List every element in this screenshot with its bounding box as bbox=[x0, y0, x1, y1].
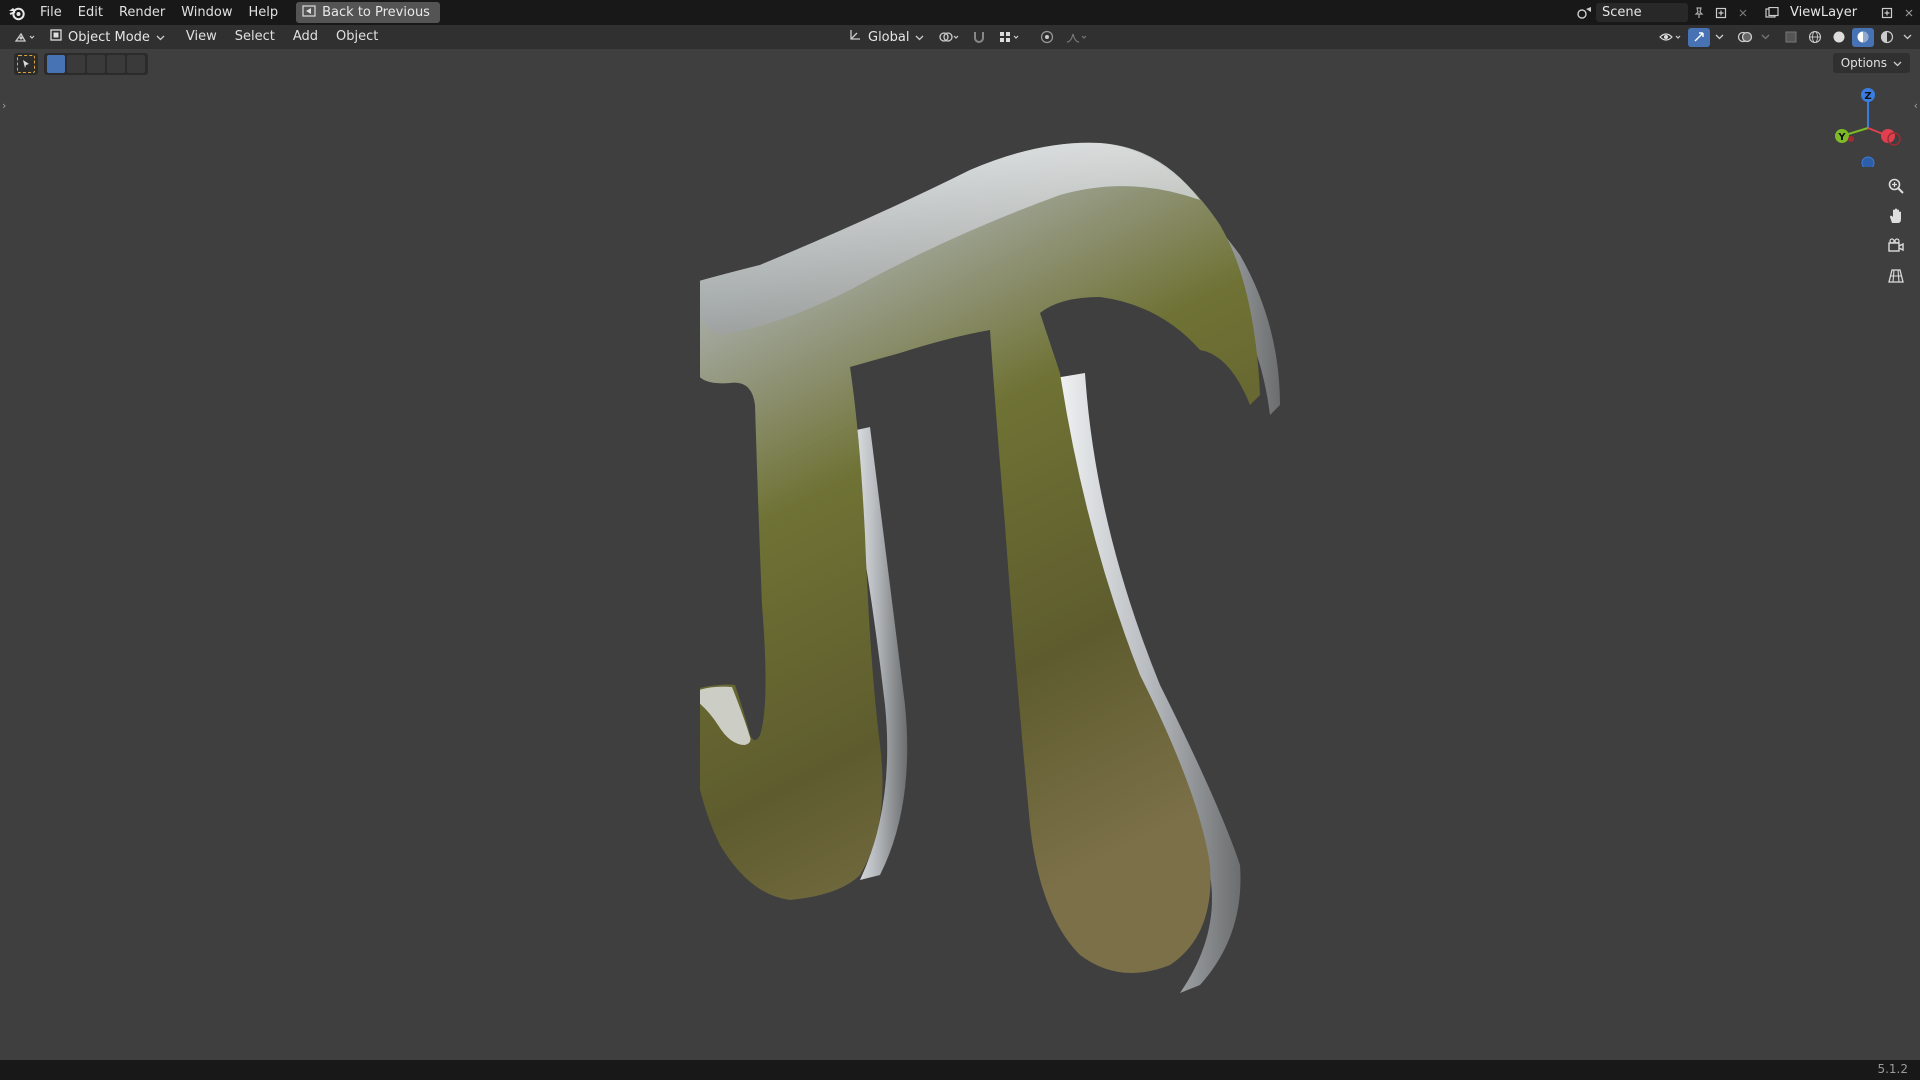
delete-scene-icon[interactable] bbox=[1732, 3, 1754, 22]
material-preview-shading-icon[interactable] bbox=[1852, 27, 1874, 47]
pi-symbol-model[interactable] bbox=[700, 105, 1320, 1080]
menu-window[interactable]: Window bbox=[173, 0, 240, 25]
object-mode-icon bbox=[50, 29, 62, 45]
top-bar: File Edit Render Window Help Back to Pre… bbox=[0, 0, 1920, 25]
selection-mode-box bbox=[44, 53, 148, 75]
header-right-tools bbox=[1656, 25, 1914, 49]
gizmo-z-label: Z bbox=[1864, 91, 1871, 102]
menu-view[interactable]: View bbox=[177, 25, 226, 49]
proportional-editing-icon[interactable] bbox=[1036, 28, 1058, 47]
zoom-icon[interactable] bbox=[1883, 175, 1909, 197]
pin-icon[interactable] bbox=[1688, 3, 1710, 22]
pan-hand-icon[interactable] bbox=[1883, 205, 1909, 227]
transform-orientation-dropdown[interactable]: Global bbox=[842, 27, 930, 47]
select-new-icon[interactable] bbox=[47, 55, 65, 73]
gizmo-toggle-icon[interactable] bbox=[1688, 27, 1710, 47]
new-view-layer-icon[interactable] bbox=[1876, 3, 1898, 22]
select-invert-icon[interactable] bbox=[107, 55, 125, 73]
pivot-point-icon[interactable] bbox=[934, 28, 964, 47]
menu-edit[interactable]: Edit bbox=[70, 0, 111, 25]
topbar-right: Scene ViewLayer bbox=[1574, 0, 1920, 25]
back-to-previous-button[interactable]: Back to Previous bbox=[296, 2, 440, 23]
snap-toggle-icon[interactable] bbox=[968, 28, 990, 47]
screen-back-icon bbox=[302, 4, 316, 21]
scene-name-field[interactable]: Scene bbox=[1596, 3, 1688, 22]
status-bar: 5.1.2 bbox=[0, 1060, 1920, 1080]
solid-shading-icon[interactable] bbox=[1828, 28, 1850, 47]
wireframe-shading-icon[interactable] bbox=[1804, 28, 1826, 47]
gizmo-neg-z-axis[interactable] bbox=[1861, 156, 1875, 167]
options-dropdown[interactable]: Options bbox=[1832, 53, 1910, 73]
proportional-falloff-icon[interactable] bbox=[1062, 28, 1092, 47]
new-scene-icon[interactable] bbox=[1710, 3, 1732, 22]
camera-view-icon[interactable] bbox=[1883, 235, 1909, 257]
select-extend-icon[interactable] bbox=[67, 55, 85, 73]
select-intersect-icon[interactable] bbox=[127, 55, 145, 73]
select-tool-icon[interactable] bbox=[17, 55, 35, 73]
view-layer-field[interactable]: ViewLayer bbox=[1784, 3, 1876, 22]
menu-add[interactable]: Add bbox=[284, 25, 327, 49]
gizmo-dropdown-icon[interactable] bbox=[1712, 28, 1726, 47]
options-label: Options bbox=[1840, 56, 1887, 70]
view-layer-name: ViewLayer bbox=[1790, 5, 1858, 20]
transform-orientation-label: Global bbox=[868, 29, 910, 45]
gizmo-neg-x-dot bbox=[1848, 136, 1854, 142]
viewport-header: Object Mode View Select Add Object Globa… bbox=[0, 25, 1920, 49]
chevron-down-icon bbox=[915, 30, 924, 45]
select-subtract-icon[interactable] bbox=[87, 55, 105, 73]
menu-help[interactable]: Help bbox=[241, 0, 287, 25]
scene-name: Scene bbox=[1602, 5, 1642, 20]
perspective-grid-icon[interactable] bbox=[1883, 265, 1909, 287]
active-tool-box bbox=[14, 53, 38, 75]
back-to-previous-label: Back to Previous bbox=[322, 5, 430, 20]
chevron-down-icon bbox=[1893, 56, 1902, 70]
orientation-global-icon bbox=[848, 28, 862, 46]
rendered-shading-icon[interactable] bbox=[1876, 28, 1898, 47]
menu-select[interactable]: Select bbox=[226, 25, 284, 49]
3d-viewport[interactable]: Options › ‹ Z Y bbox=[0, 49, 1920, 1060]
viewport-nav-buttons bbox=[1883, 175, 1909, 287]
overlays-toggle-icon[interactable] bbox=[1734, 28, 1756, 47]
select-tool-row bbox=[14, 53, 148, 75]
blender-logo-icon[interactable] bbox=[6, 2, 28, 24]
snap-target-icon[interactable] bbox=[994, 28, 1024, 47]
chevron-down-icon bbox=[156, 30, 165, 45]
version-label: 5.1.2 bbox=[1877, 1062, 1908, 1076]
view-layer-icon[interactable] bbox=[1762, 3, 1784, 22]
mode-dropdown[interactable]: Object Mode bbox=[44, 27, 171, 47]
navigation-gizmo[interactable]: Z Y bbox=[1826, 81, 1902, 167]
editor-type-selector[interactable] bbox=[10, 28, 40, 47]
mode-label: Object Mode bbox=[68, 29, 150, 45]
menu-object[interactable]: Object bbox=[327, 25, 387, 49]
visibility-selectability-icon[interactable] bbox=[1656, 28, 1686, 47]
xray-toggle-icon[interactable] bbox=[1780, 28, 1802, 47]
gizmo-y-label: Y bbox=[1837, 132, 1846, 143]
delete-view-layer-icon[interactable] bbox=[1898, 3, 1920, 22]
menu-render[interactable]: Render bbox=[111, 0, 173, 25]
overlays-dropdown-icon[interactable] bbox=[1758, 28, 1772, 47]
left-sidebar-toggle-icon[interactable]: › bbox=[2, 99, 6, 112]
header-center-tools: Global bbox=[838, 25, 1092, 49]
right-sidebar-toggle-icon[interactable]: ‹ bbox=[1914, 99, 1918, 112]
menu-file[interactable]: File bbox=[32, 0, 70, 25]
shading-dropdown-icon[interactable] bbox=[1900, 28, 1914, 47]
scene-selector-icon[interactable] bbox=[1574, 3, 1596, 22]
